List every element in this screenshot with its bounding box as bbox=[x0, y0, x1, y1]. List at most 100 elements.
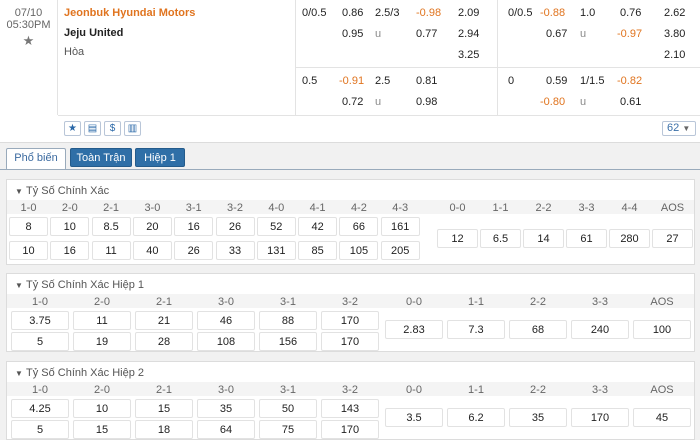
away-score-odds[interactable]: 75 bbox=[259, 420, 317, 439]
away-score-odds[interactable]: 105 bbox=[339, 241, 379, 260]
h1-ou-under[interactable]: -0.97 bbox=[617, 24, 642, 44]
draw-score-odds[interactable]: 27 bbox=[652, 229, 693, 248]
alt-h1-ou-under[interactable]: 0.61 bbox=[620, 92, 641, 112]
draw-score-odds[interactable]: 280 bbox=[609, 229, 650, 248]
alt-ou-over[interactable]: 0.81 bbox=[416, 71, 437, 91]
away-score-odds[interactable]: 170 bbox=[321, 332, 379, 351]
away-score-odds[interactable]: 64 bbox=[197, 420, 255, 439]
home-score-odds[interactable]: 21 bbox=[135, 311, 193, 330]
h1-1x2-home[interactable]: 2.62 bbox=[664, 3, 685, 23]
away-score-odds[interactable]: 5 bbox=[11, 332, 69, 351]
tab-full-match[interactable]: Toàn Trận bbox=[70, 148, 132, 167]
draw-score-odds[interactable]: 6.5 bbox=[480, 229, 521, 248]
away-score-odds[interactable]: 85 bbox=[298, 241, 338, 260]
h1-ou-over[interactable]: 0.76 bbox=[620, 3, 641, 23]
draw-score-odds[interactable]: 68 bbox=[509, 320, 567, 339]
away-score-odds[interactable]: 19 bbox=[73, 332, 131, 351]
draw-score-odds[interactable]: 14 bbox=[523, 229, 564, 248]
draw-score-odds[interactable]: 2.83 bbox=[385, 320, 443, 339]
tab-popular[interactable]: Phổ biến bbox=[6, 148, 66, 170]
draw-score-odds[interactable]: 45 bbox=[633, 408, 691, 427]
home-score-odds[interactable]: 8 bbox=[9, 217, 48, 236]
home-score-odds[interactable]: 15 bbox=[135, 399, 193, 418]
draw-score-odds[interactable]: 100 bbox=[633, 320, 691, 339]
home-score-odds[interactable]: 50 bbox=[259, 399, 317, 418]
chevron-down-icon: ▼ bbox=[682, 124, 691, 133]
ou-over-odds[interactable]: -0.98 bbox=[416, 3, 441, 23]
away-score-odds[interactable]: 156 bbox=[259, 332, 317, 351]
home-score-odds[interactable]: 46 bbox=[197, 311, 255, 330]
away-score-odds[interactable]: 18 bbox=[135, 420, 193, 439]
draw-score-odds[interactable]: 35 bbox=[509, 408, 567, 427]
h1-1x2-draw[interactable]: 2.10 bbox=[664, 45, 685, 65]
ah-away-odds[interactable]: 0.95 bbox=[342, 24, 363, 44]
away-score-odds[interactable]: 40 bbox=[132, 241, 172, 260]
home-score-odds[interactable]: 52 bbox=[256, 217, 296, 236]
away-score-odds[interactable]: 28 bbox=[135, 332, 193, 351]
alt-ou-under[interactable]: 0.98 bbox=[416, 92, 437, 112]
away-score-odds[interactable]: 205 bbox=[380, 241, 420, 260]
draw-score-odds[interactable]: 7.3 bbox=[447, 320, 505, 339]
section-title[interactable]: ▼ Tỷ Số Chính Xác Hiệp 2 bbox=[15, 367, 144, 379]
away-score-odds[interactable]: 33 bbox=[215, 241, 255, 260]
home-score-odds[interactable]: 3.75 bbox=[11, 311, 69, 330]
away-score-odds[interactable]: 11 bbox=[91, 241, 131, 260]
alt-ah-away[interactable]: 0.72 bbox=[342, 92, 363, 112]
away-score-odds[interactable]: 108 bbox=[197, 332, 255, 351]
away-score-odds[interactable]: 10 bbox=[9, 241, 48, 260]
draw-score-odds[interactable]: 6.2 bbox=[447, 408, 505, 427]
score-header: AOS bbox=[660, 202, 685, 214]
ou-under-odds[interactable]: 0.77 bbox=[416, 24, 437, 44]
market-count-button[interactable]: 62 ▼ bbox=[662, 121, 696, 136]
1x2-home[interactable]: 2.09 bbox=[458, 3, 479, 23]
home-score-odds[interactable]: 26 bbox=[215, 217, 255, 236]
away-score-odds[interactable]: 170 bbox=[321, 420, 379, 439]
chart-icon[interactable]: ▥ bbox=[124, 121, 141, 136]
alt-h1-ah-home[interactable]: 0.59 bbox=[546, 71, 567, 91]
ah-home-odds[interactable]: 0.86 bbox=[342, 3, 363, 23]
home-team[interactable]: Jeonbuk Hyundai Motors bbox=[64, 7, 195, 19]
alt-ou-under-label: u bbox=[375, 96, 382, 108]
away-team[interactable]: Jeju United bbox=[64, 27, 123, 39]
home-score-odds[interactable]: 170 bbox=[321, 311, 379, 330]
section-title[interactable]: ▼ Tỷ Số Chính Xác Hiệp 1 bbox=[15, 279, 144, 291]
tab-first-half[interactable]: Hiệp 1 bbox=[135, 148, 185, 167]
away-score-odds[interactable]: 131 bbox=[256, 241, 296, 260]
draw-score-odds[interactable]: 61 bbox=[566, 229, 607, 248]
home-score-odds[interactable]: 4.25 bbox=[11, 399, 69, 418]
home-score-odds[interactable]: 35 bbox=[197, 399, 255, 418]
currency-icon[interactable]: $ bbox=[104, 121, 121, 136]
home-score-odds[interactable]: 11 bbox=[73, 311, 131, 330]
alt-ah-home[interactable]: -0.91 bbox=[339, 71, 364, 91]
alt-h1-ah-away[interactable]: -0.80 bbox=[540, 92, 565, 112]
h1-1x2-away[interactable]: 3.80 bbox=[664, 24, 685, 44]
home-score-odds[interactable]: 88 bbox=[259, 311, 317, 330]
away-score-odds[interactable]: 16 bbox=[50, 241, 90, 260]
section-title[interactable]: ▼ Tỷ Số Chính Xác bbox=[15, 185, 109, 197]
home-score-odds[interactable]: 8.5 bbox=[91, 217, 131, 236]
home-score-odds[interactable]: 161 bbox=[380, 217, 420, 236]
home-score-odds[interactable]: 42 bbox=[298, 217, 338, 236]
h1-ah-away[interactable]: 0.67 bbox=[546, 24, 567, 44]
draw-score-odds[interactable]: 170 bbox=[571, 408, 629, 427]
away-score-odds[interactable]: 15 bbox=[73, 420, 131, 439]
h1-ah-home[interactable]: -0.88 bbox=[540, 3, 565, 23]
alt-h1-ou-over[interactable]: -0.82 bbox=[617, 71, 642, 91]
star-icon[interactable]: ★ bbox=[0, 33, 57, 49]
score-header: 1-0 bbox=[32, 384, 48, 396]
away-score-odds[interactable]: 5 bbox=[11, 420, 69, 439]
home-score-odds[interactable]: 143 bbox=[321, 399, 379, 418]
draw-score-odds[interactable]: 3.5 bbox=[385, 408, 443, 427]
home-score-odds[interactable]: 10 bbox=[50, 217, 90, 236]
1x2-draw[interactable]: 3.25 bbox=[458, 45, 479, 65]
favorite-icon[interactable]: ★ bbox=[64, 121, 81, 136]
draw-score-odds[interactable]: 12 bbox=[437, 229, 478, 248]
home-score-odds[interactable]: 16 bbox=[174, 217, 214, 236]
away-score-odds[interactable]: 26 bbox=[174, 241, 214, 260]
home-score-odds[interactable]: 20 bbox=[132, 217, 172, 236]
home-score-odds[interactable]: 10 bbox=[73, 399, 131, 418]
1x2-away[interactable]: 2.94 bbox=[458, 24, 479, 44]
draw-score-odds[interactable]: 240 bbox=[571, 320, 629, 339]
stats-icon[interactable]: ▤ bbox=[84, 121, 101, 136]
home-score-odds[interactable]: 66 bbox=[339, 217, 379, 236]
